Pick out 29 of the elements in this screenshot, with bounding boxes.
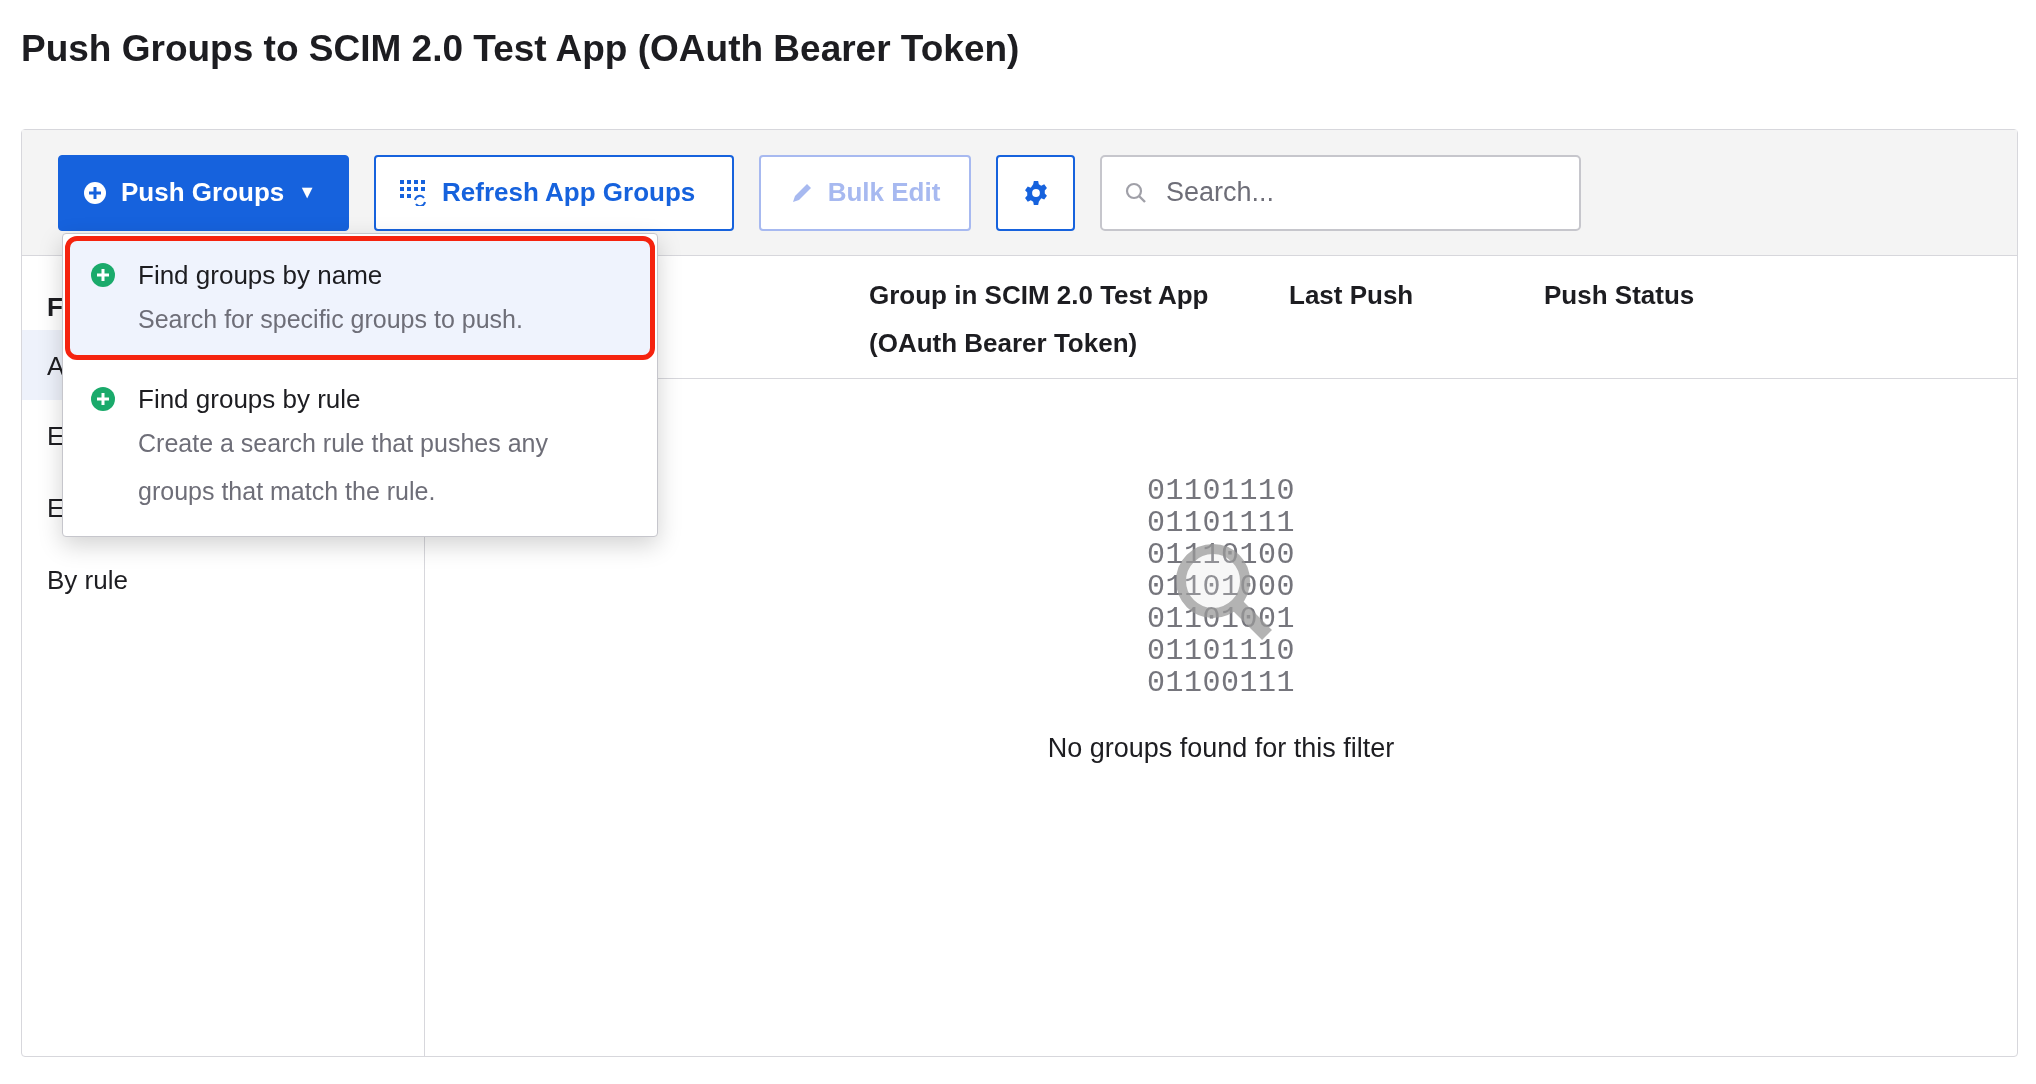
- menu-item-description: Search for specific groups to push.: [138, 304, 523, 335]
- push-groups-button[interactable]: Push Groups ▼: [58, 154, 349, 231]
- settings-icon: [1022, 179, 1049, 206]
- empty-message: No groups found for this filter: [1047, 733, 1395, 764]
- settings-button[interactable]: [996, 154, 1075, 231]
- binary-text: 01101110: [1147, 635, 1295, 667]
- page-title: Push Groups to SCIM 2.0 Test App (OAuth Bearer Token): [20, 27, 1021, 71]
- caret-icon: ▼: [298, 182, 317, 203]
- sidebar-item[interactable]: By rule: [22, 544, 424, 616]
- grid-refresh-icon: [400, 179, 428, 206]
- refresh-button[interactable]: Refresh App Groups: [374, 154, 734, 231]
- binary-text: 01101111: [1147, 507, 1295, 539]
- search-icon: [1124, 180, 1148, 205]
- column-header: Push Status: [1544, 279, 1696, 312]
- binary-text: 01101110: [1147, 475, 1295, 507]
- binary-text: 01100111: [1147, 667, 1295, 699]
- plus-circle-icon: [83, 180, 107, 205]
- search-field[interactable]: Search...: [1100, 154, 1581, 231]
- sidebar-heading: F: [47, 291, 63, 324]
- column-header: Group in SCIM 2.0 Test App (OAuth Bearer Token): [869, 279, 1210, 360]
- menu-item-description: Create a search rule that pushes any groups that match the rule.: [138, 428, 549, 507]
- menu-item-title: Find groups by name: [138, 259, 384, 292]
- menu-item[interactable]: Find groups by name Search for specific groups to push.: [65, 236, 655, 360]
- column-header: Last Push: [1289, 279, 1415, 312]
- plus-circle-icon: [90, 262, 116, 288]
- menu-item-title: Find groups by rule: [138, 383, 362, 416]
- binary-text: 01101000: [1147, 571, 1295, 603]
- menu-item[interactable]: Find groups by rule Create a search rule that pushes any groups that match the rule.: [65, 360, 655, 528]
- plus-circle-icon: [90, 386, 116, 412]
